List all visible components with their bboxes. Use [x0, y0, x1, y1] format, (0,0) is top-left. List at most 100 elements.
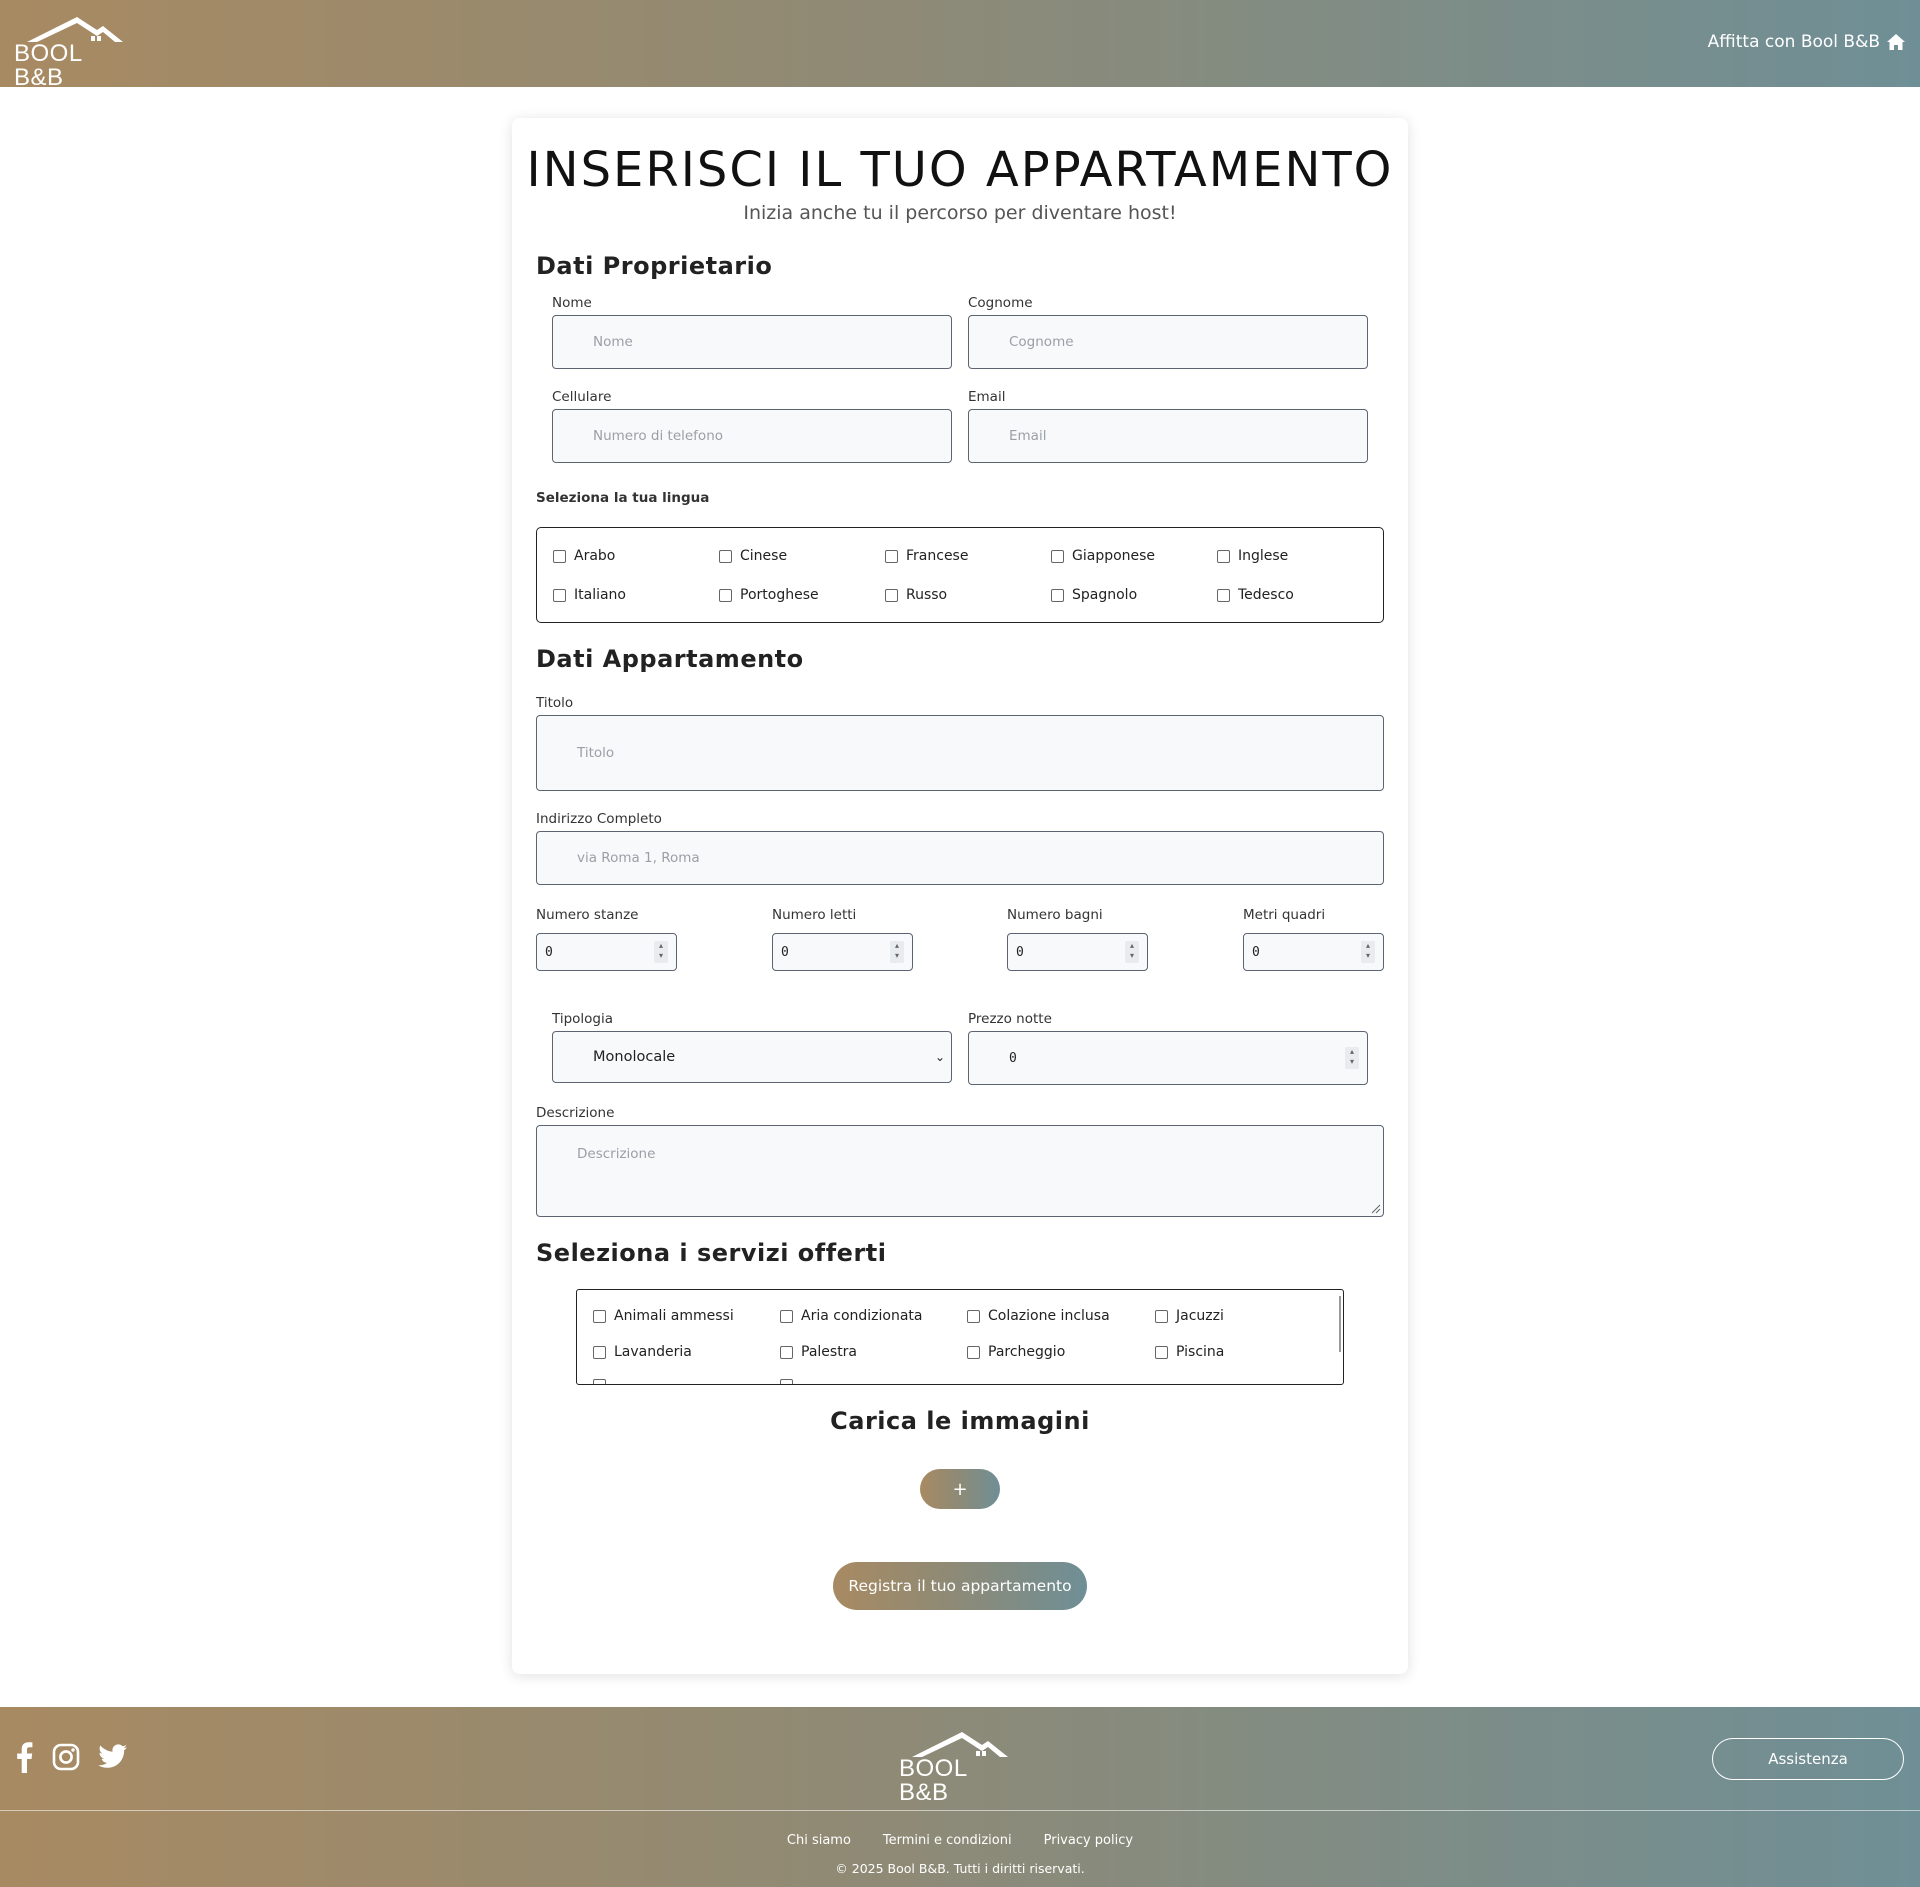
assistance-button[interactable]: Assistenza — [1712, 1738, 1904, 1780]
checkbox[interactable] — [780, 1379, 793, 1384]
letti-value: 0 — [781, 944, 789, 960]
twitter-icon[interactable] — [98, 1744, 128, 1770]
service-checkbox-lavanderia[interactable]: Lavanderia — [593, 1344, 692, 1360]
logo-text: BOOL B&B — [899, 1755, 967, 1806]
checkbox[interactable] — [967, 1345, 980, 1359]
checkbox-label: Arabo — [574, 548, 616, 564]
checkbox[interactable] — [1217, 588, 1230, 602]
add-image-button[interactable]: + — [920, 1469, 1000, 1509]
checkbox-label: Portoghese — [740, 587, 819, 603]
checkbox[interactable] — [885, 588, 898, 602]
descrizione-textarea[interactable]: Descrizione — [536, 1125, 1384, 1217]
service-checkbox-colazione[interactable]: Colazione inclusa — [967, 1308, 1110, 1324]
bagni-spinner[interactable]: ▴ ▾ — [1125, 941, 1139, 963]
lang-checkbox-inglese[interactable]: Inglese — [1217, 548, 1288, 564]
checkbox[interactable] — [780, 1345, 793, 1359]
service-checkbox-palestra[interactable]: Palestra — [780, 1344, 857, 1360]
lang-checkbox-spagnolo[interactable]: Spagnolo — [1051, 587, 1137, 603]
prezzo-label: Prezzo notte — [968, 1011, 1052, 1027]
email-label: Email — [968, 389, 1006, 405]
email-placeholder: Email — [1009, 428, 1047, 444]
lang-checkbox-russo[interactable]: Russo — [885, 587, 947, 603]
service-checkbox-piscina[interactable]: Piscina — [1155, 1344, 1224, 1360]
owner-section-title: Dati Proprietario — [536, 252, 773, 280]
logo-text: BOOL B&B — [14, 40, 82, 91]
checkbox[interactable] — [1155, 1345, 1168, 1359]
footer-logo[interactable]: BOOL B&B — [899, 1729, 1019, 1805]
nome-input[interactable]: Nome — [552, 315, 952, 369]
service-checkbox-jacuzzi[interactable]: Jacuzzi — [1155, 1308, 1224, 1324]
instagram-icon[interactable] — [52, 1743, 80, 1771]
tipologia-value: Monolocale — [593, 1049, 676, 1065]
lang-checkbox-cinese[interactable]: Cinese — [719, 548, 787, 564]
services-section-title: Seleziona i servizi offerti — [536, 1239, 887, 1267]
services-checkbox-group[interactable]: Animali ammessi Aria condizionata Colazi… — [576, 1289, 1344, 1385]
bagni-value: 0 — [1016, 944, 1024, 960]
letti-spinner[interactable]: ▴ ▾ — [890, 941, 904, 963]
metri-value: 0 — [1252, 944, 1260, 960]
cognome-input[interactable]: Cognome — [968, 315, 1368, 369]
tipologia-select[interactable]: Monolocale ⌄ — [552, 1031, 952, 1083]
lang-checkbox-francese[interactable]: Francese — [885, 548, 968, 564]
copyright: © 2025 Bool B&B. Tutti i diritti riserva… — [835, 1861, 1085, 1876]
footer-links: Chi siamo Termini e condizioni Privacy p… — [0, 1833, 1920, 1848]
page-title: INSERISCI IL TUO APPARTAMENTO — [526, 142, 1394, 198]
checkbox[interactable] — [553, 588, 566, 602]
letti-input[interactable]: 0 ▴ ▾ — [772, 933, 913, 971]
checkbox[interactable] — [885, 549, 898, 563]
footer-divider — [0, 1810, 1920, 1811]
metri-input[interactable]: 0 ▴ ▾ — [1243, 933, 1384, 971]
checkbox-label: Francese — [906, 548, 969, 564]
page-subtitle: Inizia anche tu il percorso per diventar… — [743, 202, 1177, 224]
site-footer: BOOL B&B Assistenza Chi siamo Termini e … — [0, 1707, 1920, 1887]
checkbox[interactable] — [553, 549, 566, 563]
checkbox[interactable] — [1051, 549, 1064, 563]
language-checkbox-group: Arabo Cinese Francese Giapponese Inglese… — [536, 527, 1384, 623]
lang-checkbox-portoghese[interactable]: Portoghese — [719, 587, 819, 603]
prezzo-input[interactable]: 0 ▴ ▾ — [968, 1031, 1368, 1085]
service-checkbox-parcheggio[interactable]: Parcheggio — [967, 1344, 1065, 1360]
cognome-label: Cognome — [968, 295, 1033, 311]
bagni-input[interactable]: 0 ▴ ▾ — [1007, 933, 1148, 971]
social-links — [14, 1741, 128, 1773]
nome-label: Nome — [552, 295, 592, 311]
indirizzo-input[interactable]: via Roma 1, Roma — [536, 831, 1384, 885]
lang-checkbox-italiano[interactable]: Italiano — [553, 587, 626, 603]
prezzo-spinner[interactable]: ▴ ▾ — [1345, 1047, 1359, 1069]
header-logo[interactable]: BOOL B&B — [14, 14, 134, 90]
footer-link-chi-siamo[interactable]: Chi siamo — [787, 1833, 851, 1848]
cellulare-placeholder: Numero di telefono — [593, 428, 724, 444]
facebook-icon[interactable] — [14, 1741, 34, 1773]
lang-checkbox-arabo[interactable]: Arabo — [553, 548, 615, 564]
titolo-input[interactable]: Titolo — [536, 715, 1384, 791]
checkbox[interactable] — [1155, 1309, 1168, 1323]
checkbox[interactable] — [593, 1379, 606, 1384]
cellulare-input[interactable]: Numero di telefono — [552, 409, 952, 463]
services-scrollbar[interactable] — [1339, 1296, 1341, 1352]
metri-spinner[interactable]: ▴ ▾ — [1361, 941, 1375, 963]
footer-link-privacy[interactable]: Privacy policy — [1044, 1833, 1133, 1848]
checkbox-label: Inglese — [1238, 548, 1289, 564]
tipologia-label: Tipologia — [552, 1011, 614, 1027]
footer-link-termini[interactable]: Termini e condizioni — [883, 1833, 1012, 1848]
checkbox-label: Palestra — [801, 1344, 858, 1360]
stanze-input[interactable]: 0 ▴ ▾ — [536, 933, 677, 971]
email-input[interactable]: Email — [968, 409, 1368, 463]
lang-checkbox-tedesco[interactable]: Tedesco — [1217, 587, 1294, 603]
resize-handle-icon[interactable] — [1369, 1202, 1381, 1214]
checkbox[interactable] — [719, 549, 732, 563]
service-checkbox-aria[interactable]: Aria condizionata — [780, 1308, 923, 1324]
checkbox[interactable] — [1217, 549, 1230, 563]
checkbox[interactable] — [780, 1309, 793, 1323]
checkbox[interactable] — [593, 1309, 606, 1323]
checkbox[interactable] — [593, 1345, 606, 1359]
checkbox[interactable] — [967, 1309, 980, 1323]
lang-checkbox-giapponese[interactable]: Giapponese — [1051, 548, 1155, 564]
stanze-spinner[interactable]: ▴ ▾ — [654, 941, 668, 963]
checkbox[interactable] — [1051, 588, 1064, 602]
checkbox[interactable] — [719, 588, 732, 602]
metri-label: Metri quadri — [1243, 907, 1326, 923]
service-checkbox-animali[interactable]: Animali ammessi — [593, 1308, 734, 1324]
host-link[interactable]: Affitta con Bool B&B — [1708, 32, 1906, 52]
submit-button[interactable]: Registra il tuo appartamento — [833, 1562, 1087, 1610]
